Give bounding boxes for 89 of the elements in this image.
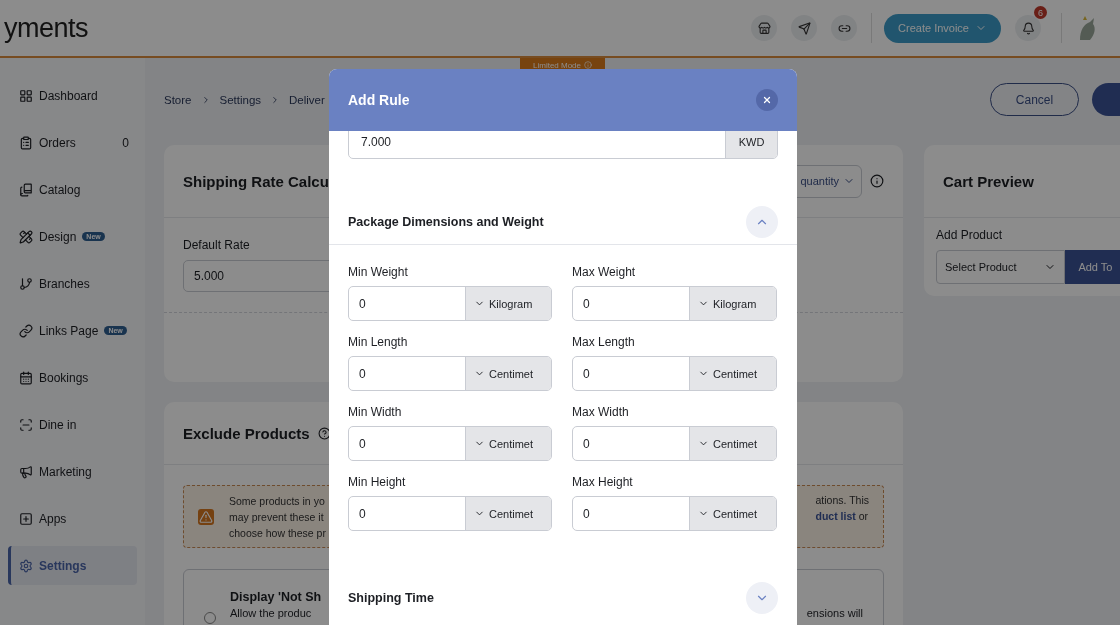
measure-field[interactable]: 0 Kilogram (572, 286, 777, 321)
field-label: Max Width (572, 405, 630, 419)
field-label: Default Rate (183, 238, 251, 252)
close-icon (762, 95, 772, 105)
sidebar-label: Links Page (39, 323, 99, 338)
close-button[interactable] (756, 89, 778, 111)
send-icon[interactable] (791, 15, 818, 41)
sidebar-label: Apps (39, 511, 67, 526)
unit-select[interactable]: Centimet (689, 497, 776, 530)
sidebar-item[interactable]: Branches (8, 264, 137, 303)
calendar-icon (19, 370, 33, 385)
warning-icon (198, 508, 214, 525)
section-title: Package Dimensions and Weight (348, 214, 544, 229)
sidebar-label: Settings (39, 558, 87, 573)
section-toggle[interactable] (746, 582, 778, 614)
bell-icon[interactable] (1015, 15, 1041, 41)
field-label: Min Width (348, 405, 403, 419)
sidebar-item[interactable]: Settings (8, 546, 137, 585)
sidebar-label: Marketing (39, 464, 92, 479)
grid-icon (19, 88, 33, 103)
sidebar-item[interactable]: Catalog (8, 170, 137, 209)
field-label: Min Weight (348, 265, 409, 279)
measure-field[interactable]: 0 Centimet (348, 426, 552, 461)
breadcrumb-link[interactable]: Deliver (289, 93, 325, 106)
sidebar-label: Design (39, 229, 77, 244)
sidebar-label: Catalog (39, 182, 81, 197)
measure-field[interactable]: 0 Centimet (572, 356, 777, 391)
card-title: Shipping Rate Calcu (183, 172, 329, 190)
clipboard-icon (19, 135, 33, 150)
sidebar-item[interactable]: Bookings (8, 358, 137, 397)
sidebar-item[interactable]: Marketing (8, 452, 137, 491)
sidebar-item[interactable]: Apps (8, 499, 137, 538)
option-text: ensions will (806, 607, 863, 621)
field-label: Max Weight (572, 265, 637, 279)
link-icon (19, 323, 33, 338)
section-title: Shipping Time (348, 591, 434, 605)
sidebar-item[interactable]: Orders 0 (8, 123, 137, 162)
breadcrumb-link[interactable]: Settings (219, 93, 262, 106)
sidebar-label: Bookings (39, 370, 89, 385)
sidebar-label: Dashboard (39, 88, 98, 103)
notification-count: 6 (1034, 6, 1047, 19)
breadcrumb-link[interactable]: Store (164, 93, 192, 106)
measure-field[interactable]: 0 Centimet (348, 496, 552, 531)
unit-select[interactable]: Kilogram (465, 287, 551, 320)
product-select[interactable]: Select Product (936, 250, 1066, 284)
megaphone-icon (19, 464, 33, 479)
warning-text: Some products in yo may prevent these it choose how these pr (229, 493, 326, 541)
add-to-cart-button[interactable]: Add To (1065, 250, 1120, 284)
field-label: Add Product (936, 228, 1004, 242)
sidebar-label: Orders (39, 135, 76, 150)
warning-text: ations. This duct list or (815, 493, 869, 524)
book-icon (19, 182, 33, 197)
measure-field[interactable]: 0 Centimet (348, 356, 552, 391)
unit-select[interactable]: Kilogram (689, 287, 776, 320)
unit-select[interactable]: Centimet (465, 357, 551, 390)
card-title: Exclude Products (183, 424, 310, 442)
unit-select[interactable]: Centimet (465, 427, 551, 460)
unit-select[interactable]: Centimet (689, 357, 776, 390)
field-label: Max Height (572, 475, 634, 489)
field-label: Min Height (348, 475, 407, 489)
scan-icon (19, 417, 33, 432)
help-icon[interactable] (317, 426, 331, 440)
sidebar-label: Dine in (39, 417, 77, 432)
dialog-title: Add Rule (348, 92, 410, 108)
info-icon (584, 61, 592, 69)
sidebar-item[interactable]: Dashboard (8, 76, 137, 115)
section-toggle[interactable] (746, 205, 778, 238)
field-label: Max Length (572, 335, 636, 349)
field-label: Min Length (348, 335, 409, 349)
settings-icon (19, 558, 33, 573)
option-text: Allow the produc (230, 607, 313, 620)
unit-select[interactable]: Centimet (465, 497, 551, 530)
plus-square-icon (19, 511, 33, 526)
store-icon[interactable] (751, 15, 778, 41)
card-title: Cart Preview (943, 172, 1034, 190)
info-icon[interactable] (870, 174, 884, 188)
radio-button[interactable] (204, 612, 216, 624)
link-icon[interactable] (831, 15, 858, 41)
measure-field[interactable]: 0 Kilogram (348, 286, 552, 321)
measure-field[interactable]: 0 Centimet (572, 426, 777, 461)
pencil-ruler-icon (19, 229, 33, 244)
sidebar-label: Branches (39, 276, 90, 291)
unit-select[interactable]: Centimet (689, 427, 776, 460)
measure-field[interactable]: 0 Centimet (572, 496, 777, 531)
order-count: 0 (122, 135, 129, 150)
option-title: Display 'Not Sh (230, 590, 322, 605)
sidebar-item[interactable]: Dine in (8, 405, 137, 444)
branch-icon (19, 276, 33, 291)
logo-text: yments (4, 12, 89, 44)
